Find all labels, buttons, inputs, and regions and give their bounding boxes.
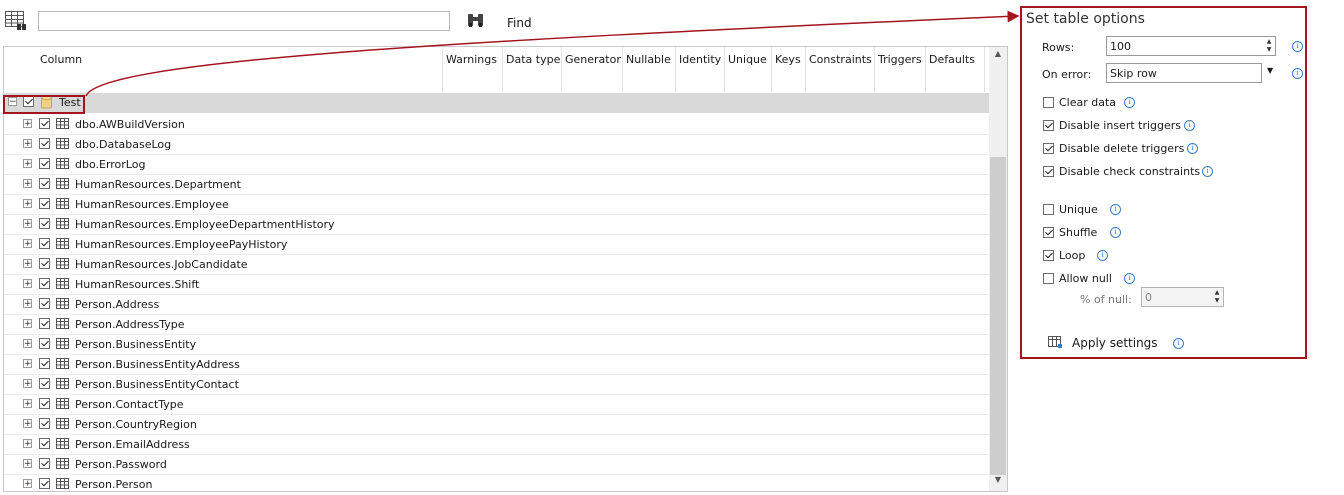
rows-value: 100 bbox=[1110, 40, 1131, 53]
spin-up-icon[interactable]: ▲ bbox=[1265, 39, 1273, 45]
spin-up-icon[interactable]: ▲ bbox=[1213, 290, 1221, 296]
option-checkbox[interactable] bbox=[1043, 166, 1054, 177]
panel-title: Set table options bbox=[1026, 11, 1145, 27]
option-label[interactable]: Disable check constraints bbox=[1059, 165, 1200, 178]
info-icon[interactable]: i bbox=[1292, 68, 1303, 79]
info-icon[interactable]: i bbox=[1202, 166, 1213, 177]
info-icon[interactable]: i bbox=[1110, 204, 1121, 215]
option-label[interactable]: Disable insert triggers bbox=[1059, 119, 1181, 132]
info-icon[interactable]: i bbox=[1173, 338, 1184, 349]
on-error-value: Skip row bbox=[1110, 67, 1157, 80]
info-icon[interactable]: i bbox=[1187, 143, 1198, 154]
option-label[interactable]: Clear data bbox=[1059, 96, 1116, 109]
option-checkbox[interactable] bbox=[1043, 204, 1054, 215]
percent-null-label: % of null: bbox=[1080, 293, 1132, 306]
rows-label: Rows: bbox=[1042, 41, 1075, 54]
dropdown-arrow-icon[interactable]: ▼ bbox=[1267, 66, 1273, 75]
apply-settings-button[interactable]: Apply settings bbox=[1072, 336, 1158, 350]
info-icon[interactable]: i bbox=[1124, 97, 1135, 108]
info-icon[interactable]: i bbox=[1292, 41, 1303, 52]
option-label[interactable]: Loop bbox=[1059, 249, 1085, 262]
spin-down-icon[interactable]: ▼ bbox=[1213, 298, 1221, 304]
option-checkbox[interactable] bbox=[1043, 227, 1054, 238]
apply-settings-icon[interactable] bbox=[1047, 334, 1063, 350]
info-icon[interactable]: i bbox=[1184, 120, 1195, 131]
option-label[interactable]: Disable delete triggers bbox=[1059, 142, 1184, 155]
info-icon[interactable]: i bbox=[1097, 250, 1108, 261]
rows-stepper[interactable]: 100 ▲ ▼ bbox=[1106, 36, 1276, 56]
option-checkbox[interactable] bbox=[1043, 273, 1054, 284]
info-icon[interactable]: i bbox=[1110, 227, 1121, 238]
option-checkbox[interactable] bbox=[1043, 250, 1054, 261]
option-label[interactable]: Unique bbox=[1059, 203, 1098, 216]
percent-null-value: 0 bbox=[1145, 291, 1152, 304]
option-label[interactable]: Allow null bbox=[1059, 272, 1112, 285]
table-options-panel: Set table options Rows: 100 ▲ ▼ i On err… bbox=[1020, 6, 1307, 359]
on-error-label: On error: bbox=[1042, 68, 1092, 81]
on-error-select[interactable]: Skip row bbox=[1106, 63, 1262, 83]
percent-null-stepper[interactable]: 0 ▲ ▼ bbox=[1141, 287, 1224, 307]
option-checkbox[interactable] bbox=[1043, 97, 1054, 108]
info-icon[interactable]: i bbox=[1124, 273, 1135, 284]
option-label[interactable]: Shuffle bbox=[1059, 226, 1097, 239]
option-checkbox[interactable] bbox=[1043, 143, 1054, 154]
option-checkbox[interactable] bbox=[1043, 120, 1054, 131]
spin-down-icon[interactable]: ▼ bbox=[1265, 47, 1273, 53]
